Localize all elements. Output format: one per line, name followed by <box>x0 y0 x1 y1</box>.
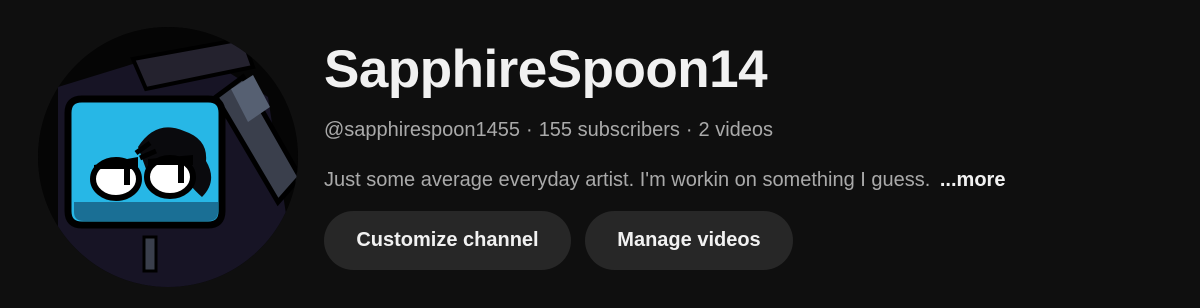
video-count: 2 videos <box>698 119 774 141</box>
meta-separator: · <box>685 119 693 141</box>
description-text: Just some average everyday artist. I'm w… <box>324 169 931 191</box>
customize-channel-button[interactable]: Customize channel <box>324 211 571 270</box>
channel-info: SapphireSpoon14 @sapphirespoon1455 · 155 s… <box>324 38 1005 270</box>
channel-header: SapphireSpoon14 @sapphirespoon1455 · 155 s… <box>0 0 1200 308</box>
meta-separator: · <box>526 119 533 141</box>
channel-meta: @sapphirespoon1455 · 155 subscribers · 2 vid… <box>324 118 773 142</box>
channel-handle: @sapphirespoon1455 <box>324 119 521 141</box>
character-avatar-icon <box>38 27 298 287</box>
channel-name: SapphireSpoon14 <box>324 40 768 99</box>
channel-avatar[interactable] <box>38 27 298 287</box>
channel-description[interactable]: Just some average everyday artist. I'm w… <box>324 168 1005 192</box>
more-link[interactable]: ...more <box>940 169 1006 191</box>
manage-videos-button[interactable]: Manage videos <box>585 211 793 270</box>
subscriber-count: 155 subscribers <box>538 119 680 141</box>
channel-actions: Customize channel Manage videos <box>324 211 793 270</box>
